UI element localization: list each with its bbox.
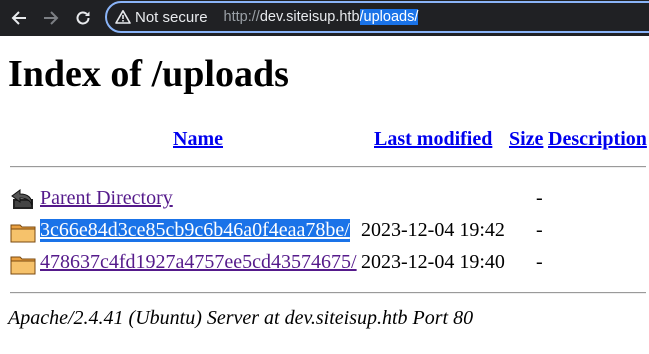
page-title: Index of /uploads xyxy=(8,53,289,95)
entry-modified: 2023-12-04 19:40 xyxy=(361,251,505,273)
warning-triangle-icon xyxy=(115,10,131,24)
column-header-description: Description xyxy=(548,128,647,151)
table-divider-bottom xyxy=(10,292,646,294)
url-text[interactable]: http://dev.siteisup.htb/uploads/ xyxy=(224,9,419,25)
back-button[interactable] xyxy=(8,7,30,29)
address-bar[interactable]: Not secure http://dev.siteisup.htb/uploa… xyxy=(105,1,649,33)
parent-size: - xyxy=(536,187,543,209)
folder-icon xyxy=(10,251,36,281)
sort-by-modified-link[interactable]: Last modified xyxy=(374,128,492,150)
folder-icon xyxy=(10,219,36,249)
url-host: dev.siteisup.htb xyxy=(259,9,360,25)
reload-icon xyxy=(76,11,90,25)
browser-toolbar: Not secure http://dev.siteisup.htb/uploa… xyxy=(0,0,649,36)
entry-modified: 2023-12-04 19:42 xyxy=(361,219,505,241)
column-header-modified: Last modified xyxy=(374,128,492,151)
back-folder-icon xyxy=(10,187,36,217)
forward-button[interactable] xyxy=(40,7,62,29)
entry-link[interactable]: 478637c4fd1927a4757ee5cd43574675/ xyxy=(40,251,357,274)
entry-size: - xyxy=(536,251,543,273)
server-signature: Apache/2.4.41 (Ubuntu) Server at dev.sit… xyxy=(8,307,474,329)
entry-link[interactable]: 3c66e84d3ce85cb9c6b46a0f4eaa78be/ xyxy=(40,219,350,242)
arrow-left-icon xyxy=(11,11,26,25)
security-indicator[interactable]: Not secure xyxy=(115,4,216,30)
column-header-name: Name xyxy=(173,128,223,151)
url-scheme: http:// xyxy=(223,9,260,25)
table-row: 478637c4fd1927a4757ee5cd43574675/ 2023-1… xyxy=(0,249,649,277)
table-row-parent: Parent Directory - xyxy=(0,185,649,213)
reload-button[interactable] xyxy=(72,7,94,29)
arrow-right-icon xyxy=(44,11,59,25)
sort-by-size-link[interactable]: Size xyxy=(509,128,543,150)
entry-size: - xyxy=(536,219,543,241)
url-path-selected: /uploads/ xyxy=(359,9,419,25)
sort-by-name-link[interactable]: Name xyxy=(173,128,223,150)
table-divider-top xyxy=(10,166,646,168)
column-header-size: Size xyxy=(509,128,543,151)
table-row: 3c66e84d3ce85cb9c6b46a0f4eaa78be/ 2023-1… xyxy=(0,217,649,245)
sort-by-description-link[interactable]: Description xyxy=(548,128,647,150)
parent-directory-link[interactable]: Parent Directory xyxy=(40,187,173,210)
security-label: Not secure xyxy=(135,8,208,26)
